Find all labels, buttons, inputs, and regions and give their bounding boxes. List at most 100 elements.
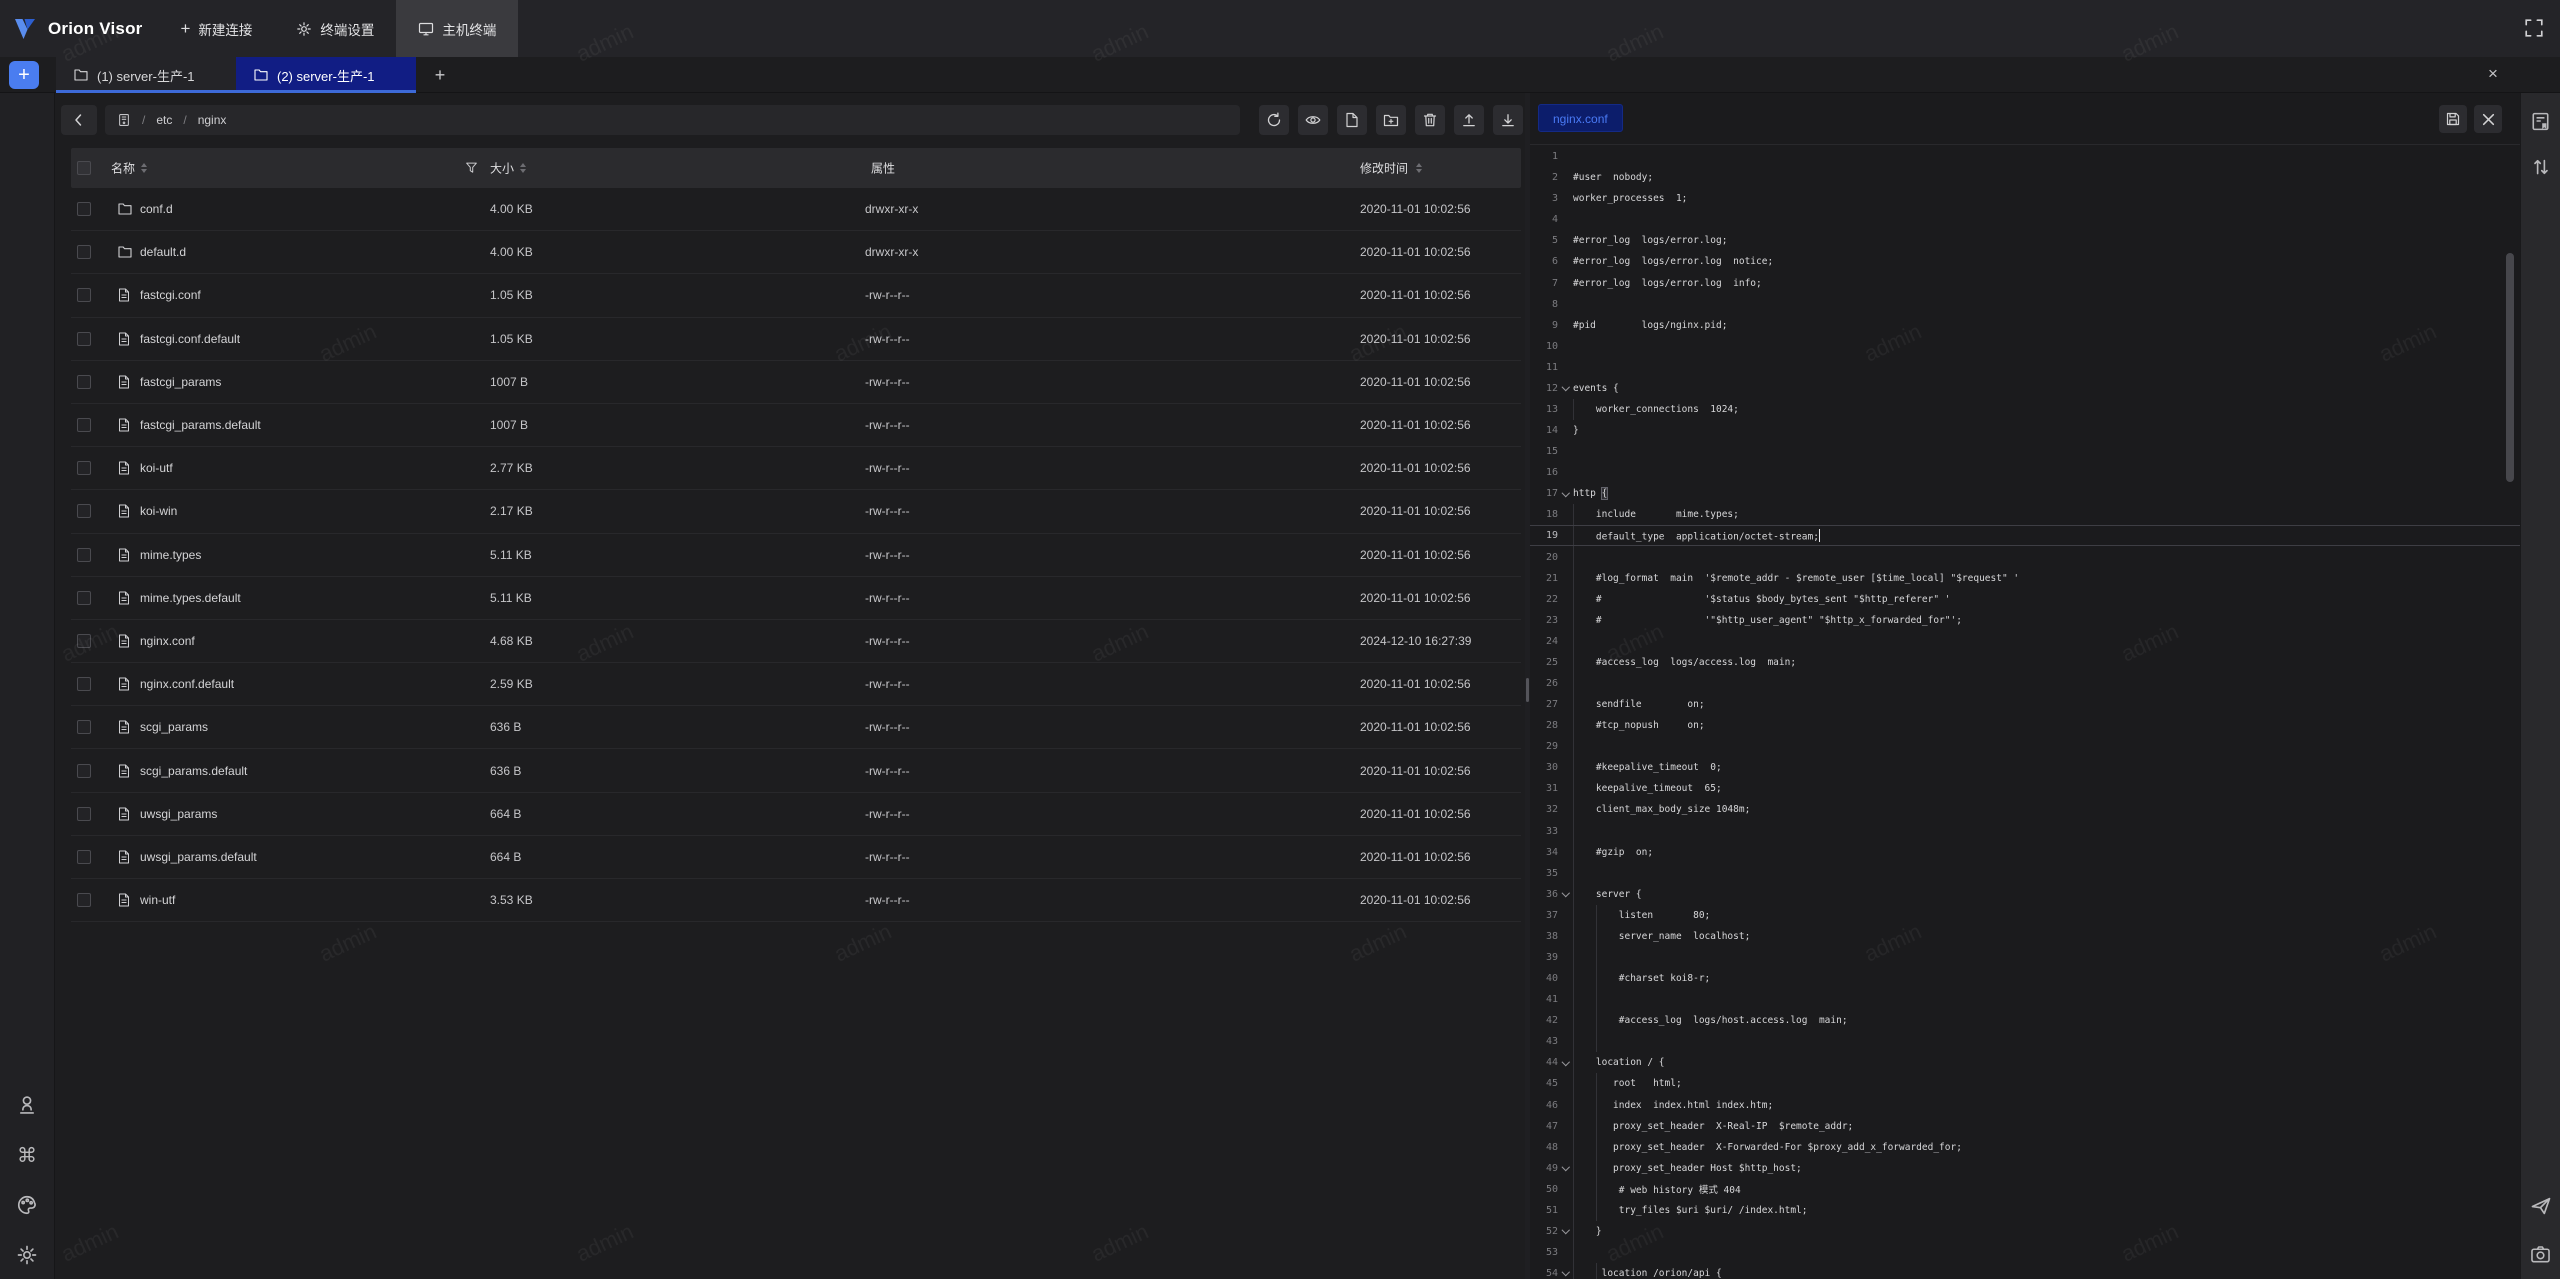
row-checkbox[interactable]	[77, 893, 91, 907]
breadcrumb-segment[interactable]: nginx	[198, 113, 227, 127]
file-name[interactable]: scgi_params.default	[140, 764, 247, 778]
code-line[interactable]: 18 include mime.types;	[1530, 504, 2520, 525]
code-line[interactable]: 23 # '"$http_user_agent" "$http_x_forwar…	[1530, 610, 2520, 631]
code-line[interactable]: 34 #gzip on;	[1530, 842, 2520, 863]
file-name[interactable]: mime.types	[140, 548, 201, 562]
row-checkbox[interactable]	[77, 332, 91, 346]
code-line[interactable]: 13 worker_connections 1024;	[1530, 399, 2520, 420]
code-line[interactable]: 49 proxy_set_header Host $http_host;	[1530, 1158, 2520, 1179]
code-line[interactable]: 6#error_log logs/error.log notice;	[1530, 251, 2520, 272]
row-checkbox[interactable]	[77, 418, 91, 432]
table-row[interactable]: koi-utf2.77 KB-rw-r--r--2020-11-01 10:02…	[71, 447, 1521, 490]
download-button[interactable]	[1493, 105, 1523, 135]
table-row[interactable]: mime.types.default5.11 KB-rw-r--r--2020-…	[71, 577, 1521, 620]
code-line[interactable]: 41	[1530, 989, 2520, 1010]
code-line[interactable]: 2#user nobody;	[1530, 167, 2520, 188]
file-name[interactable]: uwsgi_params	[140, 807, 217, 821]
open-file-tab[interactable]: nginx.conf	[1538, 104, 1623, 132]
file-name[interactable]: default.d	[140, 245, 186, 259]
row-checkbox[interactable]	[77, 807, 91, 821]
file-name[interactable]: uwsgi_params.default	[140, 850, 257, 864]
table-row[interactable]: default.d4.00 KBdrwxr-xr-x2020-11-01 10:…	[71, 231, 1521, 274]
select-all-checkbox[interactable]	[77, 161, 91, 175]
code-line[interactable]: 29	[1530, 736, 2520, 757]
column-name[interactable]: 名称	[111, 160, 135, 177]
column-size[interactable]: 大小	[490, 160, 514, 177]
breadcrumb-segment[interactable]: etc	[156, 113, 172, 127]
row-checkbox[interactable]	[77, 461, 91, 475]
file-name[interactable]: koi-utf	[140, 461, 173, 475]
fold-chevron-icon[interactable]	[1558, 1230, 1573, 1233]
row-checkbox[interactable]	[77, 850, 91, 864]
save-button[interactable]	[2439, 105, 2467, 133]
camera-icon[interactable]	[2529, 1242, 2553, 1266]
editor-scrollbar[interactable]	[2506, 253, 2514, 482]
fold-chevron-icon[interactable]	[1558, 1167, 1573, 1170]
file-name[interactable]: mime.types.default	[140, 591, 241, 605]
code-line[interactable]: 38 server_name localhost;	[1530, 926, 2520, 947]
table-row[interactable]: scgi_params636 B-rw-r--r--2020-11-01 10:…	[71, 706, 1521, 749]
user-icon[interactable]	[15, 1093, 39, 1117]
close-editor-button[interactable]	[2474, 105, 2502, 133]
code-line[interactable]: 17http {	[1530, 483, 2520, 504]
sort-mtime-icon[interactable]	[1416, 163, 1422, 173]
session-tab-2[interactable]: (2) server-生产-1	[236, 57, 416, 93]
delete-button[interactable]	[1415, 105, 1445, 135]
row-checkbox[interactable]	[77, 764, 91, 778]
fold-chevron-icon[interactable]	[1558, 493, 1573, 496]
table-row[interactable]: fastcgi.conf1.05 KB-rw-r--r--2020-11-01 …	[71, 274, 1521, 317]
code-line[interactable]: 51 try_files $uri $uri/ /index.html;	[1530, 1200, 2520, 1221]
palette-icon[interactable]	[15, 1193, 39, 1217]
code-line[interactable]: 30 #keepalive_timeout 0;	[1530, 757, 2520, 778]
code-line[interactable]: 45 root html;	[1530, 1073, 2520, 1094]
code-line[interactable]: 52 }	[1530, 1221, 2520, 1242]
code-line[interactable]: 31 keepalive_timeout 65;	[1530, 778, 2520, 799]
fold-chevron-icon[interactable]	[1558, 387, 1573, 390]
command-icon[interactable]: ⌘	[15, 1143, 39, 1167]
file-name[interactable]: scgi_params	[140, 720, 208, 734]
bookmark-file-icon[interactable]	[2529, 109, 2553, 133]
table-row[interactable]: fastcgi_params.default1007 B-rw-r--r--20…	[71, 404, 1521, 447]
fullscreen-icon[interactable]	[2521, 15, 2547, 41]
code-line[interactable]: 10	[1530, 336, 2520, 357]
column-mtime[interactable]: 修改时间	[1360, 160, 1408, 177]
code-line[interactable]: 24	[1530, 631, 2520, 652]
upload-button[interactable]	[1454, 105, 1484, 135]
filter-icon[interactable]	[465, 162, 478, 175]
code-line[interactable]: 3worker_processes 1;	[1530, 188, 2520, 209]
code-line[interactable]: 48 proxy_set_header X-Forwarded-For $pro…	[1530, 1137, 2520, 1158]
code-line[interactable]: 16	[1530, 462, 2520, 483]
code-line[interactable]: 26	[1530, 673, 2520, 694]
code-line[interactable]: 36 server {	[1530, 884, 2520, 905]
menu-item-new-connection[interactable]: +新建连接	[158, 0, 274, 57]
refresh-button[interactable]	[1259, 105, 1289, 135]
code-line[interactable]: 11	[1530, 357, 2520, 378]
row-checkbox[interactable]	[77, 202, 91, 216]
code-line[interactable]: 27 sendfile on;	[1530, 694, 2520, 715]
file-name[interactable]: fastcgi_params.default	[140, 418, 261, 432]
code-line[interactable]: 44 location / {	[1530, 1052, 2520, 1073]
code-line[interactable]: 28 #tcp_nopush on;	[1530, 715, 2520, 736]
close-panel-icon[interactable]: ×	[2483, 64, 2503, 84]
menu-item-terminal-settings[interactable]: 终端设置	[274, 0, 396, 57]
code-line[interactable]: 21 #log_format main '$remote_addr - $rem…	[1530, 568, 2520, 589]
row-checkbox[interactable]	[77, 720, 91, 734]
back-button[interactable]	[61, 105, 97, 135]
table-row[interactable]: uwsgi_params.default664 B-rw-r--r--2020-…	[71, 836, 1521, 879]
code-line[interactable]: 46 index index.html index.htm;	[1530, 1095, 2520, 1116]
new-session-button[interactable]: +	[9, 61, 39, 89]
fold-chevron-icon[interactable]	[1558, 1272, 1573, 1275]
code-line[interactable]: 19 default_type application/octet-stream…	[1530, 525, 2520, 546]
code-line[interactable]: 54 location /orion/api {	[1530, 1263, 2520, 1279]
table-row[interactable]: fastcgi.conf.default1.05 KB-rw-r--r--202…	[71, 318, 1521, 361]
fold-chevron-icon[interactable]	[1558, 1062, 1573, 1065]
add-tab-button[interactable]: +	[428, 63, 452, 87]
gear-icon[interactable]	[15, 1243, 39, 1267]
code-line[interactable]: 32 client_max_body_size 1048m;	[1530, 799, 2520, 820]
table-row[interactable]: fastcgi_params1007 B-rw-r--r--2020-11-01…	[71, 361, 1521, 404]
code-line[interactable]: 35	[1530, 863, 2520, 884]
code-line[interactable]: 1	[1530, 146, 2520, 167]
file-name[interactable]: nginx.conf.default	[140, 677, 234, 691]
file-name[interactable]: fastcgi_params	[140, 375, 221, 389]
code-line[interactable]: 25 #access_log logs/access.log main;	[1530, 652, 2520, 673]
